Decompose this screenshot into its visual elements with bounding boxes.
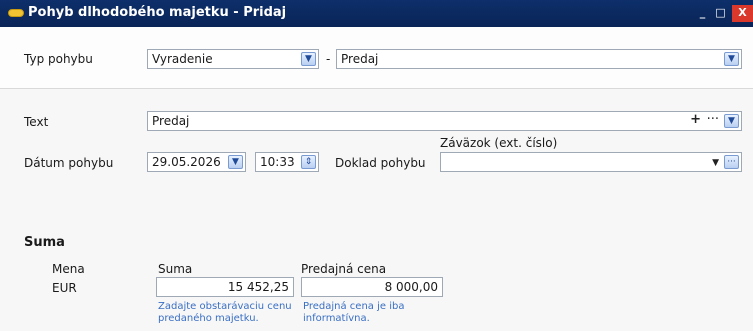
- calendar-dropdown-icon[interactable]: ▼: [228, 155, 243, 169]
- maximize-button[interactable]: □: [712, 5, 729, 22]
- more-icon[interactable]: ···: [724, 155, 739, 169]
- time-spinner[interactable]: 10:33 ⇕: [255, 152, 319, 172]
- subtype-value: Predaj: [341, 52, 379, 66]
- app-icon: [8, 9, 24, 17]
- chevron-down-icon[interactable]: ▼: [301, 52, 316, 66]
- more-icon[interactable]: ···: [707, 113, 719, 127]
- subtype-select[interactable]: Predaj ▼: [336, 49, 742, 69]
- sale-price-header: Predajná cena: [301, 262, 387, 276]
- amount-header: Suma: [158, 262, 193, 276]
- currency-value: EUR: [52, 281, 77, 295]
- text-value: Predaj: [152, 114, 190, 128]
- sale-price-input[interactable]: 8 000,00: [301, 277, 443, 297]
- text-label: Text: [24, 115, 49, 129]
- date-value: 29.05.2026: [152, 155, 221, 169]
- doc-label: Doklad pohybu: [335, 156, 426, 170]
- close-button[interactable]: X: [732, 5, 753, 22]
- chevron-down-icon[interactable]: ▼: [724, 52, 739, 66]
- amount-hint: Zadajte obstarávaciu cenu predaného maje…: [158, 301, 292, 324]
- date-picker[interactable]: 29.05.2026 ▼: [147, 152, 246, 172]
- add-icon[interactable]: +: [690, 113, 701, 127]
- time-value: 10:33: [260, 155, 295, 169]
- suma-section-title: Suma: [24, 235, 65, 250]
- chevron-down-icon[interactable]: ▼: [724, 114, 739, 128]
- chevron-down-icon[interactable]: ▼: [712, 156, 719, 170]
- type-separator: -: [326, 52, 331, 66]
- minimize-button[interactable]: _: [694, 5, 711, 22]
- spinner-icon[interactable]: ⇕: [301, 155, 316, 169]
- amount-input[interactable]: 15 452,25: [156, 277, 294, 297]
- sale-price-value: 8 000,00: [384, 280, 438, 294]
- sale-price-hint: Predajná cena je iba informatívna.: [303, 301, 405, 324]
- type-value: Vyradenie: [152, 52, 213, 66]
- text-combo[interactable]: Predaj + ··· ▼: [147, 111, 742, 131]
- date-label: Dátum pohybu: [24, 156, 114, 170]
- window-title: Pohyb dlhodobého majetku - Pridaj: [28, 5, 287, 20]
- liability-combo[interactable]: ▼ ···: [440, 152, 742, 172]
- currency-header: Mena: [52, 262, 85, 276]
- amount-value: 15 452,25: [227, 280, 289, 294]
- liability-label: Záväzok (ext. číslo): [440, 136, 558, 150]
- title-bar: Pohyb dlhodobého majetku - Pridaj _ □ X: [0, 0, 753, 27]
- type-select[interactable]: Vyradenie ▼: [147, 49, 319, 69]
- type-label: Typ pohybu: [24, 52, 93, 66]
- form-panel: Typ pohybu Vyradenie ▼ - Predaj ▼ Text P…: [0, 27, 753, 331]
